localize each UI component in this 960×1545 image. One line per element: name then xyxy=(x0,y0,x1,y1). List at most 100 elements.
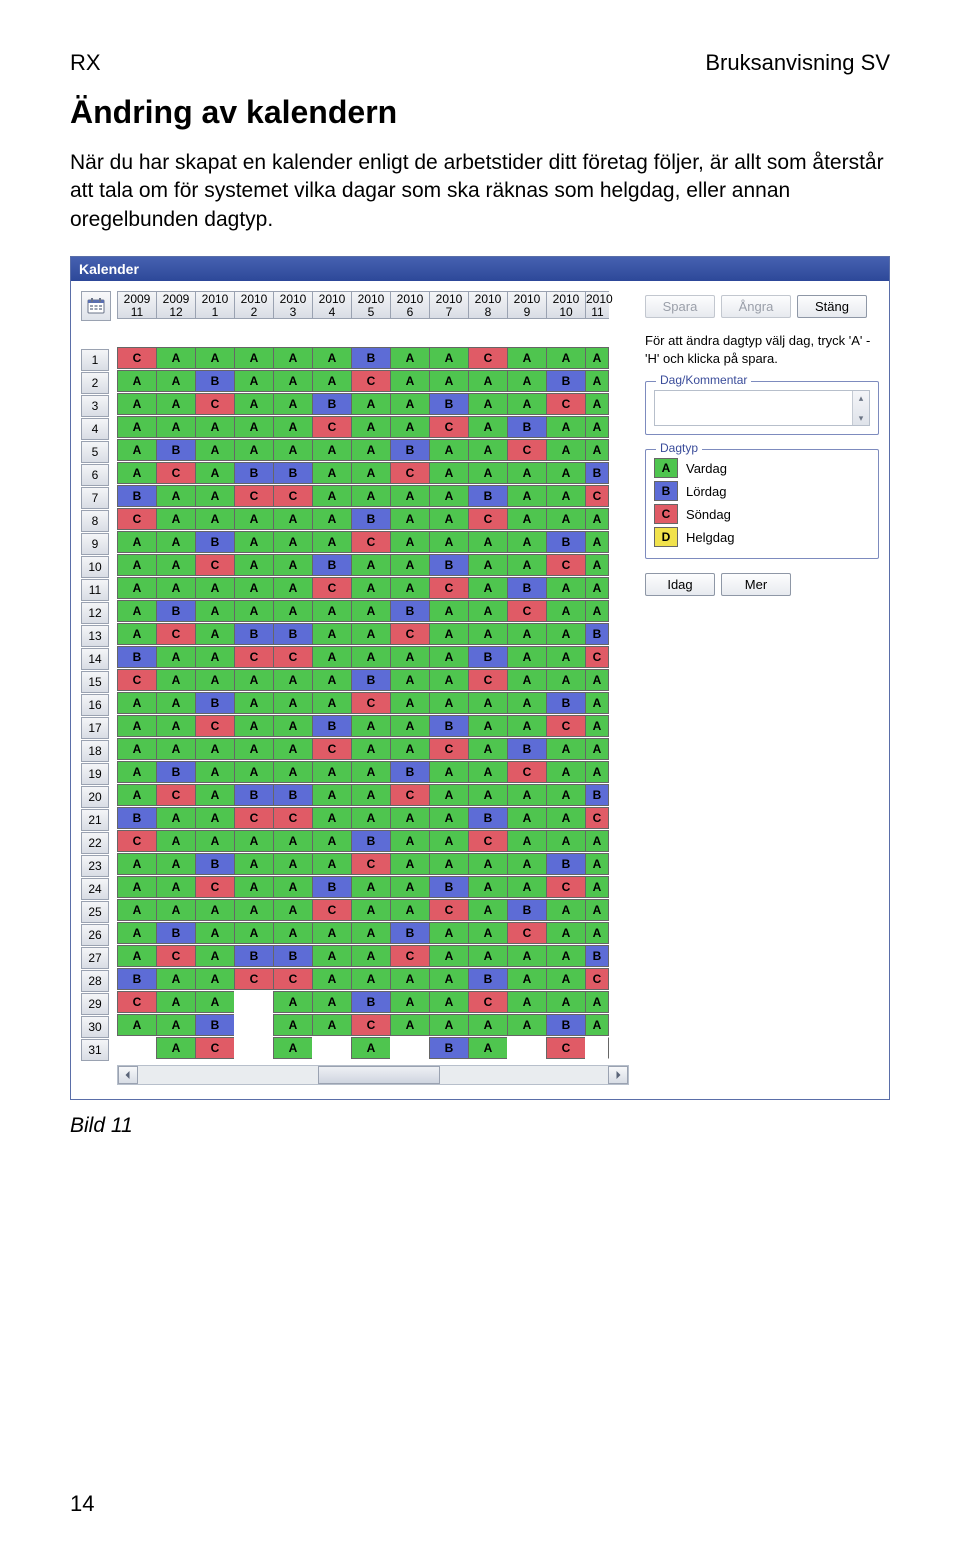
day-cell[interactable]: A xyxy=(273,761,313,783)
day-cell[interactable]: A xyxy=(273,899,313,921)
day-cell[interactable]: A xyxy=(312,830,352,852)
day-cell[interactable]: A xyxy=(507,347,547,369)
day-cell[interactable]: A xyxy=(117,554,157,576)
day-cell[interactable]: A xyxy=(273,1037,313,1059)
day-cell[interactable]: A xyxy=(507,876,547,898)
day-cell[interactable]: A xyxy=(468,945,508,967)
day-cell[interactable]: A xyxy=(234,876,274,898)
day-cell[interactable]: A xyxy=(117,945,157,967)
day-cell[interactable]: A xyxy=(585,554,609,576)
day-cell[interactable]: A xyxy=(468,1014,508,1036)
day-cell[interactable]: A xyxy=(507,991,547,1013)
day-cell[interactable]: A xyxy=(546,623,586,645)
day-cell[interactable]: A xyxy=(234,554,274,576)
day-cell[interactable]: C xyxy=(429,738,469,760)
day-cell[interactable]: C xyxy=(273,968,313,990)
day-cell[interactable]: B xyxy=(117,968,157,990)
day-cell[interactable]: A xyxy=(546,807,586,829)
day-cell[interactable]: A xyxy=(117,577,157,599)
day-cell[interactable]: A xyxy=(234,370,274,392)
day-cell[interactable]: A xyxy=(351,416,391,438)
day-cell[interactable]: A xyxy=(195,485,235,507)
day-cell[interactable]: A xyxy=(312,922,352,944)
day-cell[interactable]: A xyxy=(312,531,352,553)
day-cell[interactable]: A xyxy=(468,692,508,714)
day-cell[interactable]: A xyxy=(585,416,609,438)
day-cell[interactable]: A xyxy=(546,416,586,438)
day-cell[interactable]: A xyxy=(390,715,430,737)
day-cell[interactable]: B xyxy=(156,761,196,783)
day-cell[interactable]: A xyxy=(117,600,157,622)
day-cell[interactable]: A xyxy=(351,646,391,668)
day-cell[interactable]: C xyxy=(351,853,391,875)
day-cell[interactable]: B xyxy=(546,692,586,714)
day-cell[interactable]: A xyxy=(390,968,430,990)
day-cell[interactable]: A xyxy=(156,393,196,415)
day-cell[interactable]: A xyxy=(156,807,196,829)
day-cell[interactable]: A xyxy=(546,485,586,507)
day-cell[interactable]: A xyxy=(546,761,586,783)
day-cell[interactable]: C xyxy=(312,577,352,599)
day-cell[interactable]: A xyxy=(273,876,313,898)
day-cell[interactable]: A xyxy=(312,669,352,691)
day-cell[interactable]: A xyxy=(156,830,196,852)
day-cell[interactable]: A xyxy=(390,807,430,829)
day-cell[interactable]: A xyxy=(585,922,609,944)
day-cell[interactable]: A xyxy=(546,922,586,944)
day-cell[interactable]: A xyxy=(234,922,274,944)
day-cell[interactable]: C xyxy=(507,922,547,944)
day-cell[interactable]: C xyxy=(195,1037,235,1059)
day-cell[interactable]: A xyxy=(195,922,235,944)
day-cell[interactable]: A xyxy=(156,554,196,576)
day-cell[interactable]: A xyxy=(507,485,547,507)
day-cell[interactable]: A xyxy=(390,669,430,691)
day-cell[interactable]: A xyxy=(429,922,469,944)
day-cell[interactable]: A xyxy=(429,669,469,691)
day-cell[interactable]: A xyxy=(156,577,196,599)
day-cell[interactable]: B xyxy=(507,738,547,760)
day-cell[interactable]: A xyxy=(468,531,508,553)
day-cell[interactable]: A xyxy=(117,715,157,737)
day-cell[interactable]: B xyxy=(585,784,609,806)
day-cell[interactable]: A xyxy=(156,692,196,714)
day-cell[interactable]: A xyxy=(312,853,352,875)
day-cell[interactable]: A xyxy=(468,876,508,898)
day-cell[interactable]: A xyxy=(195,462,235,484)
day-cell[interactable]: A xyxy=(585,899,609,921)
day-cell[interactable]: C xyxy=(195,876,235,898)
day-cell[interactable]: A xyxy=(429,370,469,392)
day-cell[interactable]: A xyxy=(585,853,609,875)
day-cell[interactable]: C xyxy=(546,1037,586,1059)
day-cell[interactable]: B xyxy=(507,416,547,438)
day-cell[interactable]: A xyxy=(273,715,313,737)
day-cell[interactable]: A xyxy=(195,899,235,921)
day-cell[interactable]: A xyxy=(585,876,609,898)
day-cell[interactable]: A xyxy=(195,508,235,530)
day-cell[interactable]: C xyxy=(468,508,508,530)
day-cell[interactable]: C xyxy=(585,485,609,507)
daytype-option[interactable]: BLördag xyxy=(654,481,870,501)
day-cell[interactable]: B xyxy=(390,922,430,944)
day-cell[interactable]: A xyxy=(273,830,313,852)
day-cell[interactable]: A xyxy=(234,692,274,714)
scroll-left-icon[interactable] xyxy=(118,1066,138,1084)
day-cell[interactable]: C xyxy=(117,991,157,1013)
day-cell[interactable]: A xyxy=(351,462,391,484)
day-cell[interactable]: A xyxy=(429,531,469,553)
day-cell[interactable]: C xyxy=(468,347,508,369)
day-cell[interactable]: B xyxy=(351,669,391,691)
day-cell[interactable]: A xyxy=(156,853,196,875)
day-cell[interactable]: A xyxy=(195,807,235,829)
day-cell[interactable]: B xyxy=(546,370,586,392)
day-cell[interactable]: A xyxy=(468,761,508,783)
day-cell[interactable]: A xyxy=(117,853,157,875)
day-cell[interactable]: C xyxy=(429,899,469,921)
day-cell[interactable]: A xyxy=(117,784,157,806)
day-cell[interactable]: A xyxy=(546,784,586,806)
day-cell[interactable]: C xyxy=(546,715,586,737)
day-cell[interactable]: A xyxy=(546,646,586,668)
comment-textarea[interactable]: ▴ ▾ xyxy=(654,390,870,426)
day-cell[interactable]: A xyxy=(312,600,352,622)
day-cell[interactable]: A xyxy=(312,761,352,783)
day-cell[interactable]: A xyxy=(234,715,274,737)
